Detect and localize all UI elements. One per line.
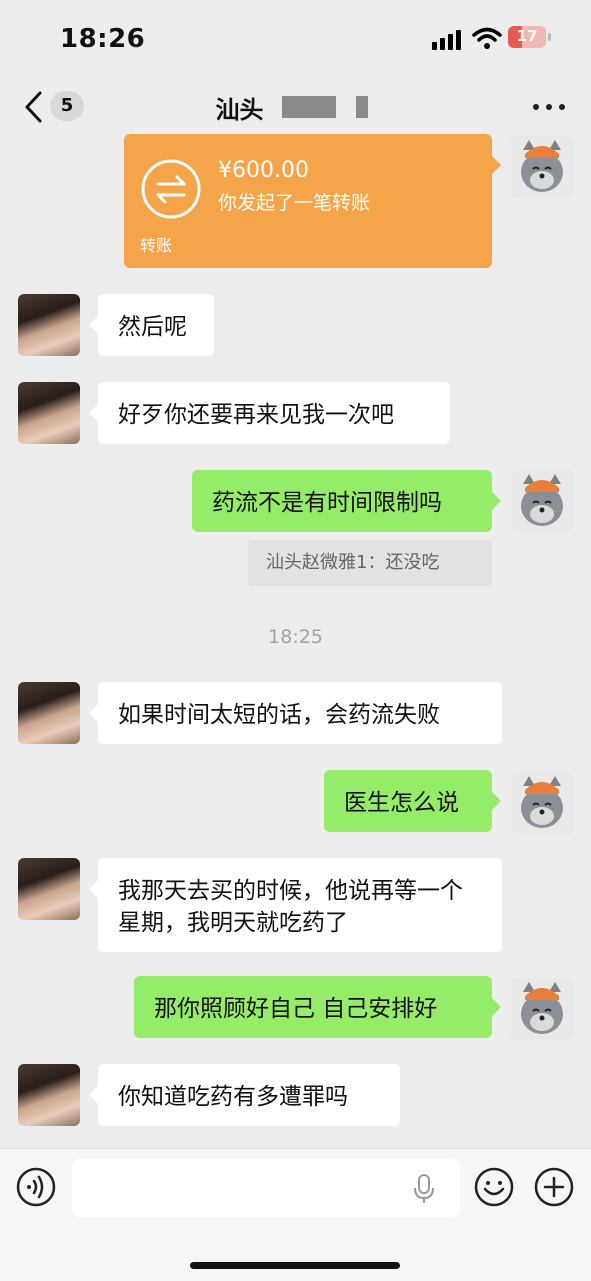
home-indicator[interactable] — [190, 1262, 400, 1269]
more-options-icon[interactable] — [533, 102, 565, 112]
cellular-signal-icon — [432, 30, 464, 50]
transfer-amount: ¥600.00 — [218, 158, 309, 183]
battery-tip — [548, 33, 551, 41]
message-bubble[interactable]: 你知道吃药有多遭罪吗 — [89, 1064, 400, 1126]
my-avatar[interactable] — [511, 136, 573, 198]
my-avatar[interactable] — [511, 772, 573, 834]
message-timestamp: 18:25 — [268, 626, 323, 648]
message-bubble[interactable]: 好歹你还要再来见我一次吧 — [89, 382, 450, 444]
message-input[interactable] — [72, 1159, 460, 1217]
message-text: 然后呢 — [118, 314, 187, 340]
contact-avatar[interactable] — [18, 682, 80, 744]
chat-header: 5 汕头 — [0, 78, 591, 136]
transfer-message[interactable]: ¥600.00 你发起了一笔转账 转账 — [124, 134, 501, 268]
contact-avatar[interactable] — [18, 1064, 80, 1126]
contact-avatar[interactable] — [18, 858, 80, 920]
contact-avatar[interactable] — [18, 294, 80, 356]
message-text: 那你照顾好自己 自己安排好 — [154, 996, 438, 1022]
redaction-block — [282, 96, 336, 118]
my-avatar[interactable] — [511, 978, 573, 1040]
message-bubble[interactable]: 然后呢 — [89, 294, 214, 356]
message-text: 如果时间太短的话，会药流失败 — [118, 702, 440, 728]
message-text: 好歹你还要再来见我一次吧 — [118, 402, 394, 428]
battery-icon: 17 — [508, 26, 546, 48]
message-bubble[interactable]: 那你照顾好自己 自己安排好 — [134, 976, 501, 1038]
message-bubble[interactable]: 我那天去买的时候，他说再等一个星期，我明天就吃药了 — [89, 858, 502, 952]
transfer-label: 转账 — [140, 236, 173, 255]
status-bar: 18:26 17 — [0, 0, 591, 78]
chat-title-text: 汕头 — [215, 96, 264, 124]
status-time: 18:26 — [60, 24, 146, 54]
contact-avatar[interactable] — [18, 382, 80, 444]
unread-count-badge[interactable]: 5 — [50, 91, 84, 121]
plus-icon[interactable] — [534, 1167, 574, 1207]
voice-mode-icon[interactable] — [16, 1167, 56, 1207]
wifi-icon — [472, 27, 502, 49]
message-bubble[interactable]: 药流不是有时间限制吗 — [192, 470, 501, 532]
redaction-block — [356, 96, 368, 118]
transfer-description: 你发起了一笔转账 — [218, 192, 371, 214]
message-bubble[interactable]: 医生怎么说 — [324, 770, 501, 832]
my-avatar[interactable] — [511, 470, 573, 532]
microphone-icon[interactable] — [412, 1173, 436, 1205]
transfer-icon — [141, 159, 201, 219]
quoted-message[interactable]: 汕头赵微雅1：还没吃 — [248, 540, 492, 586]
message-bubble[interactable]: 如果时间太短的话，会药流失败 — [89, 682, 502, 744]
emoji-icon[interactable] — [474, 1167, 514, 1207]
message-text: 药流不是有时间限制吗 — [212, 490, 442, 516]
battery-level: 17 — [516, 27, 538, 45]
message-text: 医生怎么说 — [344, 790, 459, 816]
message-text: 你知道吃药有多遭罪吗 — [118, 1084, 348, 1110]
message-text: 我那天去买的时候，他说再等一个星期，我明天就吃药了 — [118, 878, 463, 936]
chevron-left-icon[interactable] — [22, 90, 44, 124]
